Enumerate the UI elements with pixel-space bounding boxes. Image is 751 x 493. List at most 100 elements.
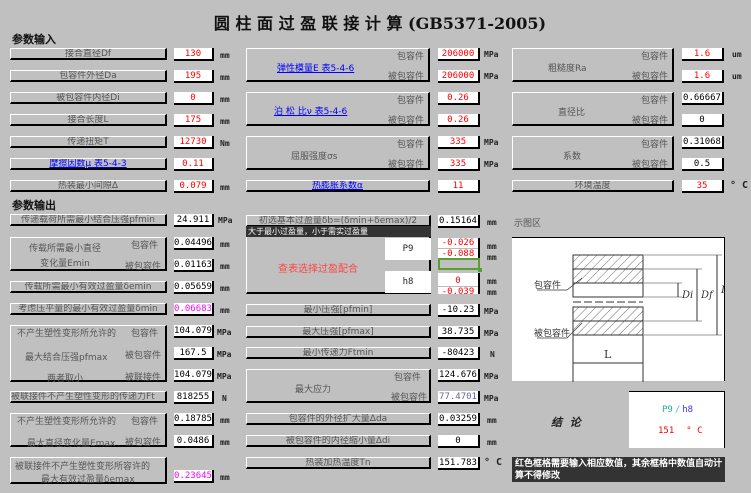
coef-label: 系数 (563, 152, 582, 162)
unit: mm (220, 306, 230, 315)
expansion-input[interactable]: 11 (438, 180, 480, 193)
input-label-text: 被包容件内径Di (56, 93, 120, 103)
unit: Nm (220, 139, 230, 148)
shaft-fit-cell[interactable]: h8 (385, 271, 431, 293)
input-field[interactable]: 0.11 (174, 158, 214, 171)
dda-value: 0.03259 (438, 413, 480, 426)
input-field[interactable]: 195 (174, 70, 214, 83)
input-label-text: 接合长度L (67, 115, 109, 125)
demin-label: 传载所需最小有效过盈量δemin (10, 281, 167, 293)
shaft-lower-input[interactable]: -0.039 (438, 287, 478, 297)
selected-cell[interactable] (438, 258, 480, 270)
input-field[interactable]: 0 (174, 92, 214, 105)
poisson-inner-input[interactable]: 0.26 (438, 114, 480, 127)
outer-label: 包容件 (396, 140, 424, 150)
unit: mm (487, 277, 497, 286)
outer-label: 包容件 (131, 329, 159, 339)
hole-upper-input[interactable]: -0.026 (438, 238, 478, 249)
unit: N (490, 350, 495, 359)
emax-inner-value: 0.0486 (174, 435, 214, 448)
outer-label: 包容件 (131, 417, 159, 427)
unit: mm (220, 95, 230, 104)
elastic-outer-input[interactable]: 206000 (438, 48, 480, 61)
dmin-value: 0.06683 (174, 303, 214, 316)
emax-label-2: 最大直径变化量Emax (27, 439, 116, 449)
unit: MPa (217, 328, 232, 337)
input-field[interactable]: 0.079 (174, 180, 214, 193)
conclusion-hole: P9 (662, 405, 673, 415)
input-label: 接合长度L (10, 114, 167, 126)
elastic-inner-input[interactable]: 206000 (438, 70, 480, 83)
df-label: Df (700, 290, 715, 301)
shaft-upper-input[interactable]: 0 (438, 276, 478, 287)
unit: MPa (484, 307, 499, 316)
input-label: 接合直径Df (10, 48, 167, 60)
unit: MPa (217, 350, 232, 359)
pfmin-label: 传递载荷所需最小结合压强pfmin (10, 214, 167, 226)
outer-label: 包容件 (640, 96, 668, 106)
inner-label: 被包容件 (390, 393, 427, 403)
ambient-label: 环境温度 (512, 180, 674, 192)
demax-label-2: 最大有效过盈量δemax (41, 475, 135, 485)
pmin-label: 最小压强[pfmin] (246, 304, 431, 316)
input-label: 包容件外径Da (10, 70, 167, 82)
input-field[interactable]: 130 (174, 48, 214, 61)
unit: mm (487, 416, 497, 425)
input-label: 被包容件内径Di (10, 92, 167, 104)
outer-label: 包容件 (640, 52, 668, 62)
unit: mm (487, 218, 497, 227)
expansion-label: 热膨胀系数α (246, 180, 430, 192)
inner-label: 被包容件 (125, 438, 162, 448)
unit: mm (487, 438, 497, 447)
inner-label: 被包容件 (631, 160, 668, 170)
friction-link[interactable]: 摩擦因数μ 表5-4-3 (49, 159, 126, 168)
inner-label: 被包容件 (631, 116, 668, 126)
ftmin-label: 最小传递力Ftmin (246, 347, 431, 359)
stress-label: 最大应力 (295, 385, 332, 395)
inner-label: 被包容件 (125, 351, 162, 361)
ambient-input[interactable]: 35 (682, 180, 724, 193)
unit: mm (220, 416, 230, 425)
db-value: 0.15164 (438, 215, 480, 228)
conclusion-sep: / (674, 405, 681, 415)
unit: ° C (484, 457, 503, 468)
input-label: 摩擦因数μ 表5-4-3 (10, 158, 167, 170)
pmax-value: 38.735 (438, 326, 480, 339)
input-field[interactable]: 12730 (174, 136, 214, 149)
emin-label: 传载所需最小直径变化量Emin (28, 244, 101, 269)
elastic-link[interactable]: 弹性模量E 表5-4-6 (277, 61, 354, 74)
demax-value: 0.23645 (174, 470, 214, 483)
pfmax-label: 不产生塑性变形所允许的 (17, 329, 117, 339)
pfmin-value: 24.911 (174, 214, 214, 227)
unit: um (732, 50, 742, 59)
yield-group: 屈服强度σs 包容件 被包容件 (246, 136, 430, 170)
emin-outer-value: 0.04496 (174, 237, 214, 250)
unit: MPa (484, 394, 499, 403)
unit: mm (220, 73, 230, 82)
yield-inner-input[interactable]: 335 (438, 158, 480, 171)
unit: mm (220, 240, 230, 249)
poisson-outer-input[interactable]: 0.26 (438, 92, 480, 105)
outer-label: 包容件 (393, 373, 421, 383)
inner-label: 被包容件 (125, 262, 162, 272)
roughness-outer-input[interactable]: 1.6 (682, 48, 724, 61)
input-label: 热装最小间隙Δ (10, 180, 167, 192)
emin-group: 传载所需最小直径变化量Emin 包容件 被包容件 (10, 237, 167, 272)
demin-value: 0.05659 (174, 281, 214, 294)
stress-outer-value: 124.676 (438, 369, 480, 382)
emax-outer-value: 0.18785 (174, 413, 214, 426)
da-label: Da (720, 285, 725, 296)
demax-group: 被联接件不产生塑性变形所容许的 最大有效过盈量δemax (10, 457, 167, 485)
yield-outer-input[interactable]: 335 (438, 136, 480, 149)
ratio-outer-value: 0.66667 (682, 92, 724, 105)
poisson-link[interactable]: 泊 松 比ν 表5-4-6 (274, 104, 347, 117)
roughness-inner-input[interactable]: 1.6 (682, 70, 724, 83)
diagram-title: 示图区 (514, 219, 542, 229)
input-field[interactable]: 175 (174, 114, 214, 127)
hole-fit-cell[interactable]: P9 (385, 238, 431, 260)
expansion-link[interactable]: 热膨胀系数α (312, 181, 363, 190)
ft-value: 818255 (174, 391, 214, 404)
output-section-title: 参数输出 (12, 199, 56, 212)
conclusion-label: 结 论 (551, 416, 581, 429)
fill-handle[interactable] (478, 268, 482, 272)
